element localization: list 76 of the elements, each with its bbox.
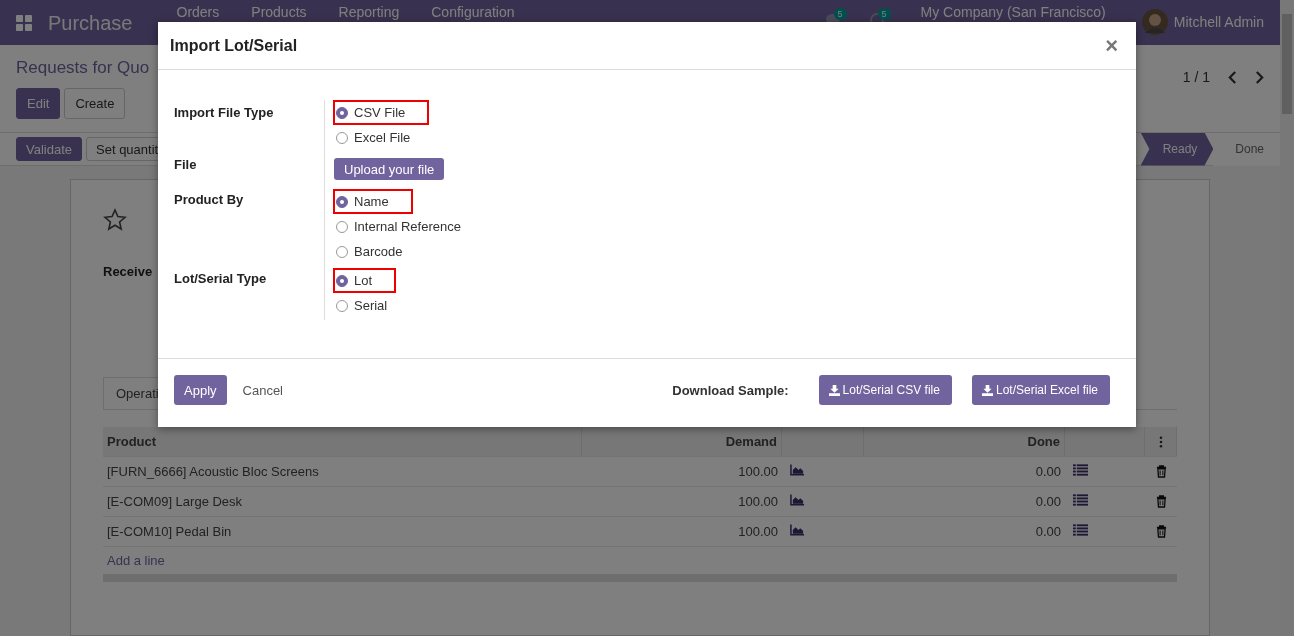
table-cell-text: 0.00	[1034, 494, 1062, 509]
radio-option[interactable]: CSV File	[333, 100, 430, 125]
company-switcher[interactable]: My Company (San Francisco)	[920, 4, 1106, 20]
scrollbar[interactable]	[1280, 0, 1294, 636]
pager-counter: 1 / 1	[1182, 69, 1210, 85]
trash-icon[interactable]	[1155, 525, 1167, 538]
table-cell-text: [E-COM09] Large Desk	[106, 494, 244, 509]
radio-option[interactable]: Excel File	[333, 125, 417, 150]
option-label: Name	[354, 194, 389, 209]
status-stage[interactable]: Ready	[1140, 132, 1214, 166]
table-cell-text: 100.00	[737, 464, 779, 479]
radio-option[interactable]: Lot	[333, 268, 397, 293]
download-icon	[828, 384, 840, 396]
table-cell-text: 0.00	[1034, 464, 1062, 479]
list-icon[interactable]	[1073, 524, 1088, 536]
area-chart-icon[interactable]	[790, 464, 805, 476]
kebab-menu-icon[interactable]	[1158, 435, 1163, 448]
close-button[interactable]: ×	[1099, 32, 1124, 59]
list-icon[interactable]	[1073, 494, 1088, 506]
apply-button[interactable]: Apply	[174, 375, 227, 405]
menu-item[interactable]: Orders	[176, 4, 220, 20]
area-chart-icon[interactable]	[790, 524, 805, 536]
table-cell-text: 100.00	[737, 494, 779, 509]
option-label: CSV File	[354, 105, 406, 120]
message-count-badge: 5	[833, 8, 847, 20]
trash-icon[interactable]	[1155, 465, 1167, 478]
download-button[interactable]: Lot/Serial Excel file	[971, 375, 1110, 405]
table-cell-text: 100.00	[737, 524, 779, 539]
menu-item[interactable]: Reporting	[338, 4, 400, 20]
menu-item[interactable]: Products	[251, 4, 307, 20]
breadcrumb[interactable]: Requests for Quo	[16, 58, 150, 78]
app-name: Purchase	[48, 12, 133, 35]
field-label: Receive	[103, 264, 153, 279]
menu-item[interactable]: Configuration	[431, 4, 515, 20]
upload-button[interactable]: Upload your file	[334, 158, 445, 180]
action-button[interactable]: Validate	[16, 137, 82, 161]
area-chart-icon[interactable]	[790, 494, 805, 506]
dialog-title: Import Lot/Serial	[170, 36, 298, 55]
radio-option[interactable]: Serial	[333, 293, 394, 318]
radio-option[interactable]: Internal Reference	[333, 214, 467, 239]
option-label: Lot	[354, 273, 373, 288]
trash-icon[interactable]	[1155, 495, 1167, 508]
table-cell-text: [E-COM10] Pedal Bin	[106, 524, 233, 539]
star-icon[interactable]	[103, 208, 127, 232]
toolbar-button[interactable]: Create	[64, 88, 126, 119]
add-line-link[interactable]: Add a line	[103, 553, 165, 568]
radio-button[interactable]	[336, 299, 348, 312]
activity-count-badge: 5	[877, 8, 891, 20]
radio-button[interactable]	[336, 195, 348, 208]
download-sample-label: Download Sample:	[672, 382, 789, 398]
field-label: Product By	[174, 191, 245, 209]
cancel-link[interactable]: Cancel	[242, 382, 283, 398]
option-label: Internal Reference	[354, 219, 461, 234]
radio-button[interactable]	[336, 106, 348, 119]
field-label: Import File Type	[174, 104, 275, 122]
option-label: Barcode	[354, 244, 403, 259]
chevron-right-icon[interactable]	[1255, 70, 1264, 84]
list-icon[interactable]	[1073, 464, 1088, 476]
download-button[interactable]: Lot/Serial CSV file	[818, 375, 952, 405]
field-label: File	[174, 156, 198, 174]
download-icon	[981, 384, 993, 396]
radio-button[interactable]	[336, 274, 348, 287]
radio-option[interactable]: Barcode	[333, 239, 409, 264]
radio-button[interactable]	[336, 131, 348, 144]
table-cell-text: 0.00	[1034, 524, 1062, 539]
radio-option[interactable]: Name	[333, 189, 413, 214]
chevron-left-icon[interactable]	[1228, 70, 1237, 84]
radio-button[interactable]	[336, 220, 348, 233]
option-label: Excel File	[354, 130, 411, 145]
user-menu[interactable]: Mitchell Admin	[1173, 14, 1264, 30]
toolbar-button[interactable]: Edit	[16, 88, 61, 119]
field-label: Lot/Serial Type	[174, 270, 268, 288]
apps-grid-icon[interactable]	[16, 15, 32, 31]
option-label: Serial	[354, 298, 388, 313]
radio-button[interactable]	[336, 245, 348, 258]
table-cell-text: [FURN_6666] Acoustic Bloc Screens	[106, 464, 320, 479]
